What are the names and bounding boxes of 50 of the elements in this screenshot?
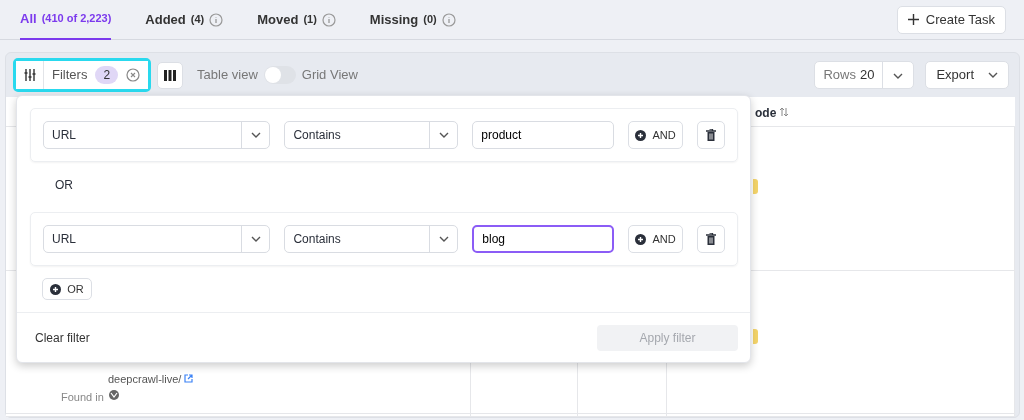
info-icon[interactable] xyxy=(321,12,336,27)
plus-circle-icon xyxy=(635,233,647,245)
value-field[interactable]: product xyxy=(472,121,615,149)
columns-button[interactable] xyxy=(157,61,184,89)
operator-select[interactable]: Contains xyxy=(284,121,459,149)
export-button[interactable]: Export xyxy=(925,61,1009,89)
filter-settings-button[interactable] xyxy=(16,61,44,89)
url-text: deepcrawl-live/ xyxy=(108,372,182,387)
rows-value: Rows 20 xyxy=(815,62,884,88)
info-icon[interactable] xyxy=(441,12,456,27)
field-select[interactable]: URL xyxy=(43,121,271,149)
tab[interactable]: Moved (1) xyxy=(257,0,336,40)
operator-select[interactable]: Contains xyxy=(284,225,459,253)
and-button[interactable]: AND xyxy=(628,121,683,149)
chevron-down-icon xyxy=(250,236,261,242)
or-label: OR xyxy=(55,177,74,194)
and-button[interactable]: AND xyxy=(628,225,683,253)
field-label: Found in xyxy=(61,390,104,405)
view-toggle[interactable] xyxy=(263,66,296,84)
globe-icon xyxy=(109,390,119,400)
tab[interactable]: All (410 of 2,223) xyxy=(20,0,112,40)
columns-icon xyxy=(164,69,177,81)
external-link-icon[interactable] xyxy=(184,374,193,383)
plus-icon xyxy=(907,14,919,25)
info-icon[interactable] xyxy=(209,12,224,27)
trash-icon xyxy=(705,129,716,141)
status-tag xyxy=(753,179,758,194)
chevron-down-icon xyxy=(893,72,904,79)
tab[interactable]: Missing (0) xyxy=(369,0,456,40)
status-tag xyxy=(753,329,758,344)
column-header: ode xyxy=(755,105,777,122)
sliders-icon xyxy=(23,69,36,81)
chevron-down-icon xyxy=(988,72,998,78)
view-label: Table view xyxy=(197,66,258,85)
delete-button[interactable] xyxy=(696,121,725,149)
tab[interactable]: Added (4) xyxy=(145,0,224,40)
view-label: Grid View xyxy=(301,66,358,85)
chevron-down-icon xyxy=(438,236,449,242)
value-field[interactable]: blog xyxy=(472,225,615,253)
create-task-button[interactable]: Create Task xyxy=(896,5,1006,34)
add-or-button[interactable]: OR xyxy=(42,278,92,300)
plus-circle-icon xyxy=(635,129,647,141)
clear-icon[interactable] xyxy=(126,68,141,82)
field-select[interactable]: URL xyxy=(43,225,271,253)
chevron-down-icon xyxy=(250,132,261,138)
plus-circle-icon xyxy=(50,283,62,295)
trash-icon xyxy=(705,233,716,245)
chevron-down-icon xyxy=(438,132,449,138)
delete-button[interactable] xyxy=(696,225,725,253)
sort-icon[interactable] xyxy=(779,107,789,117)
